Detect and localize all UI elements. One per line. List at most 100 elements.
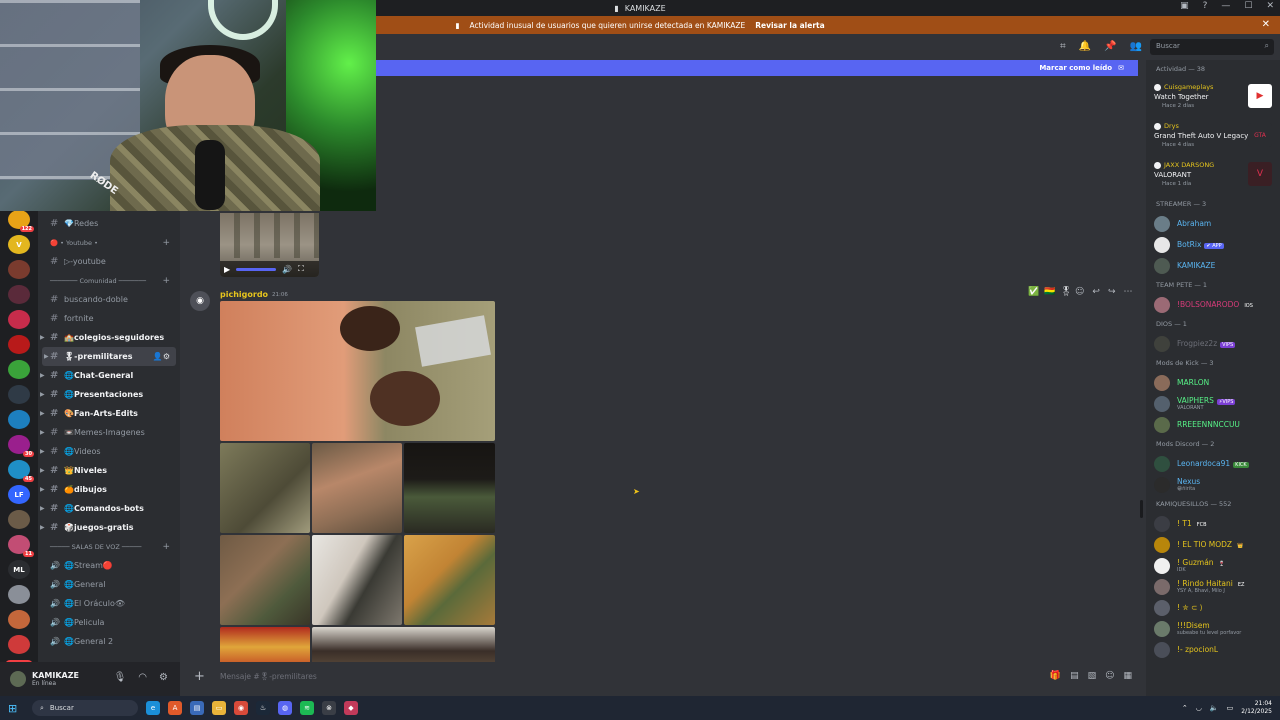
gift-icon[interactable]: 🎁 (1050, 671, 1061, 681)
server-icon[interactable] (8, 635, 30, 654)
text-channel[interactable]: ▶ # 🌐Chat-General (38, 366, 180, 385)
server-icon[interactable]: 11 (8, 535, 34, 557)
bell-icon[interactable]: 🔔 (1079, 41, 1091, 52)
chrome-icon[interactable]: ◉ (234, 701, 248, 715)
member-item[interactable]: ! T1 FCB (1146, 513, 1280, 534)
text-channel[interactable]: # fortnite (38, 309, 180, 328)
mark-as-read-button[interactable]: Marcar como leído (1039, 64, 1112, 72)
clock[interactable]: 21:04 2/12/2025 (1241, 700, 1272, 716)
member-item[interactable]: RREEENNNCCUU (1146, 414, 1280, 435)
avatar[interactable]: ◉ (190, 291, 210, 311)
server-icon[interactable] (8, 310, 30, 329)
taskbar-search[interactable]: ⌕ Buscar (32, 700, 138, 716)
chat-scrollbar[interactable] (1140, 500, 1143, 518)
gallery-image[interactable] (404, 443, 495, 533)
gallery-image[interactable] (220, 443, 310, 533)
gallery-image[interactable] (312, 443, 402, 533)
threads-icon[interactable]: ⌗ (1060, 41, 1066, 52)
server-icon[interactable] (8, 260, 30, 279)
fullscreen-icon[interactable]: ⛶ (298, 264, 304, 274)
text-channel[interactable]: ▶ # 🌐Presentaciones (38, 385, 180, 404)
apps-icon[interactable]: ▦ (1123, 671, 1132, 681)
server-icon[interactable] (8, 285, 30, 304)
edge-icon[interactable]: e (146, 701, 160, 715)
gallery-image[interactable] (404, 535, 495, 625)
reaction-icon[interactable]: 🎖 (1060, 287, 1071, 297)
member-item[interactable]: Leonardoca91 KICK (1146, 453, 1280, 474)
inbox-icon[interactable]: ▣ (1180, 1, 1189, 11)
server-icon[interactable]: LF (8, 485, 30, 504)
wifi-icon[interactable]: ◡ (1196, 704, 1202, 712)
reaction-icon[interactable]: 🇧🇴 (1044, 287, 1055, 297)
voice-channel[interactable]: 🔊 🌐General 2 (38, 632, 180, 651)
sticker-icon[interactable]: ▧ (1088, 671, 1097, 681)
close-button[interactable]: ✕ (1266, 1, 1274, 11)
message-input[interactable]: Mensaje #🎖-premilitares (220, 672, 317, 681)
add-channel-icon[interactable]: + (162, 238, 170, 248)
add-reaction-icon[interactable]: ☺ (1075, 287, 1084, 297)
channel-category[interactable]: ───── SALAS DE VOZ ───── + (38, 537, 180, 556)
text-channel[interactable]: ▶ # 🎲juegos-gratis (38, 518, 180, 537)
channel-category[interactable]: 🔴 • Youtube • + (38, 233, 180, 252)
server-icon[interactable]: V (8, 235, 30, 254)
forward-icon[interactable]: ↪ (1108, 287, 1116, 297)
video-attachment[interactable]: ▶ 🔊 ⛶ (220, 213, 319, 277)
chevron-up-icon[interactable]: ⌃ (1182, 704, 1188, 712)
server-icon[interactable] (8, 585, 30, 604)
text-channel[interactable]: ▶ # 🏫colegios-seguidores (38, 328, 180, 347)
emoji-icon[interactable]: ☺ (1105, 671, 1114, 681)
gif-icon[interactable]: ▤ (1070, 671, 1079, 681)
discord-icon[interactable]: ◍ (278, 701, 292, 715)
spotify-icon[interactable]: ≋ (300, 701, 314, 715)
gallery-image[interactable] (220, 535, 310, 625)
steam-icon[interactable]: ♨ (256, 701, 270, 715)
close-alert-icon[interactable]: ✕ (1262, 19, 1270, 30)
voice-channel[interactable]: 🔊 🌐Stream🔴 (38, 556, 180, 575)
member-item[interactable]: !!!Disem subeabe tu level porfavor (1146, 618, 1280, 639)
text-channel[interactable]: ▶ # 🍊dibujos (38, 480, 180, 499)
server-icon[interactable] (8, 385, 30, 404)
server-icon[interactable]: 122 (8, 210, 34, 232)
microphone-icon[interactable]: 🎙 (114, 672, 127, 683)
member-item[interactable]: !BOLSONARODO IOS (1146, 294, 1280, 315)
server-icon[interactable]: 45 (8, 460, 34, 482)
text-channel[interactable]: ▶ # 🌐Videos (38, 442, 180, 461)
member-item[interactable]: VAIPHERS ⚡VIPS VALORANT (1146, 393, 1280, 414)
server-icon[interactable] (8, 410, 30, 429)
activity-item[interactable]: Drys Grand Theft Auto V Legacy Hace 4 días… (1146, 117, 1280, 156)
member-item[interactable]: ! Guzmán 🍷 IDK (1146, 555, 1280, 576)
more-icon[interactable]: ⋯ (1123, 287, 1132, 297)
pin-icon[interactable]: 📌 (1104, 41, 1116, 52)
server-icon[interactable]: 30 (8, 435, 34, 457)
add-channel-icon[interactable]: + (162, 542, 170, 552)
message-author[interactable]: pichigordo (220, 290, 268, 299)
member-item[interactable]: MARLON (1146, 372, 1280, 393)
member-item[interactable]: KAMIKAZE (1146, 255, 1280, 276)
server-icon[interactable] (8, 360, 30, 379)
text-channel[interactable]: # 💎Redes (38, 214, 180, 233)
member-item[interactable]: ! EL TIO MODZ 👑 (1146, 534, 1280, 555)
gear-icon[interactable]: ⚙ (159, 672, 168, 683)
server-icon[interactable]: ML (8, 560, 30, 579)
headphones-icon[interactable]: ◠ (138, 672, 147, 683)
text-channel[interactable]: ▶ # 🌐Comandos-bots (38, 499, 180, 518)
review-alert-link[interactable]: Revisar la alerta (755, 21, 824, 30)
member-item[interactable]: ! Rindo Haitani EZ YSY A, Bhavi, Milo J (1146, 576, 1280, 597)
activity-item[interactable]: JAXX DARSONG VALORANT Hace 1 día V (1146, 156, 1280, 195)
gallery-image[interactable] (312, 535, 402, 625)
play-icon[interactable]: ▶ (224, 265, 230, 274)
reaction-icon[interactable]: ✅ (1028, 287, 1039, 297)
voice-channel[interactable]: 🔊 🌐El Oráculo👁 (38, 594, 180, 613)
avatar[interactable] (10, 671, 26, 687)
member-item[interactable]: ! ✮ ⊂ ⟩ (1146, 597, 1280, 618)
voice-channel[interactable]: 🔊 🌐Pelicula (38, 613, 180, 632)
volume-slider[interactable] (236, 267, 277, 271)
text-channel[interactable]: # buscando-doble (38, 290, 180, 309)
server-icon[interactable] (8, 610, 30, 629)
search-input[interactable]: Buscar ⌕ (1150, 39, 1274, 55)
xbox-icon[interactable]: ⊗ (322, 701, 336, 715)
member-item[interactable]: !- zpocionL (1146, 639, 1280, 660)
reply-icon[interactable]: ↩ (1092, 287, 1100, 297)
app-icon[interactable]: A (168, 701, 182, 715)
text-channel[interactable]: ▶ # 🎖-premilitares 👤⚙ (42, 347, 176, 366)
